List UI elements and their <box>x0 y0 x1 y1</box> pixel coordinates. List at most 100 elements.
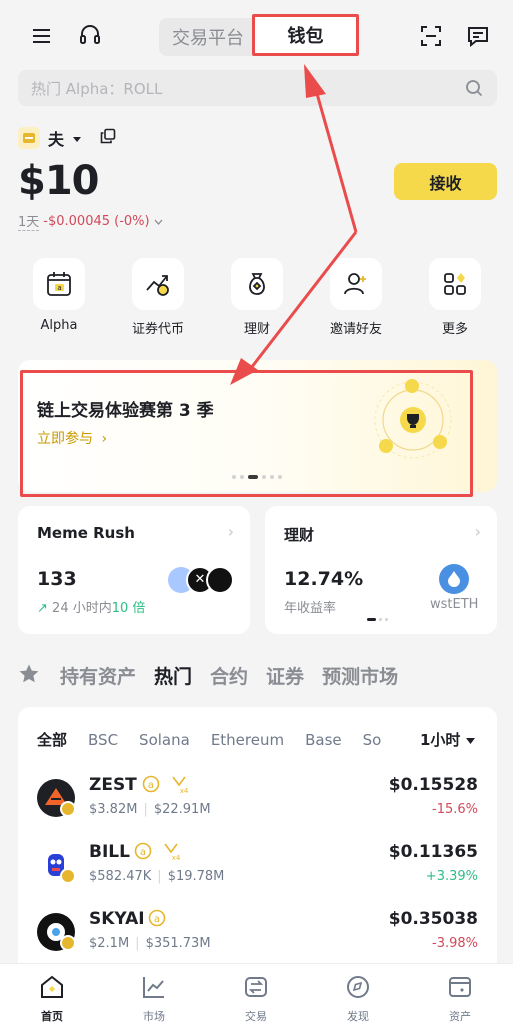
svg-text:a: a <box>57 284 61 292</box>
stock-token-icon <box>132 258 184 310</box>
page-dot <box>385 618 388 621</box>
card-subtitle: ↗ 24 小时内10 倍 <box>37 597 145 616</box>
top-bar: 交易平台 钱包 <box>0 0 513 70</box>
copy-icon[interactable] <box>100 128 116 148</box>
nav-trade[interactable]: 交易 <box>216 974 296 1024</box>
account-selector[interactable]: 夫 <box>18 126 116 150</box>
card-title: Meme Rush <box>37 524 135 542</box>
svg-text:x4: x4 <box>180 787 189 795</box>
token-stats: $582.47K | $19.78M <box>89 869 225 884</box>
quick-action-invite[interactable]: 邀请好友 <box>326 258 386 337</box>
nav-discover[interactable]: 发现 <box>318 974 398 1024</box>
meme-token-logos: ✕ <box>168 566 234 594</box>
card-sub-prefix: 24 小时内 <box>52 601 112 616</box>
quick-action-alpha[interactable]: a Alpha <box>29 258 89 333</box>
nav-label: 首页 <box>41 1010 63 1023</box>
token-stats: $2.1M | $351.73M <box>89 936 211 951</box>
asset-name: wstETH <box>430 597 479 612</box>
assets-wallet-icon <box>449 977 471 997</box>
meme-rush-card[interactable]: Meme Rush › 133 ↗ 24 小时内10 倍 ✕ <box>18 506 250 634</box>
token-stats: $3.82M | $22.91M <box>89 802 211 817</box>
invite-user-icon <box>330 258 382 310</box>
total-balance: $10 <box>18 158 99 204</box>
section-tabs: 持有资产 热门 合约 证券 预测市场 <box>18 662 398 689</box>
tab-securities[interactable]: 证券 <box>266 662 304 689</box>
page-dot-active <box>367 618 376 621</box>
search-placeholder: 热门 Alpha：ROLL <box>31 79 163 98</box>
tab-wallet[interactable]: 钱包 <box>252 14 359 56</box>
home-icon <box>41 975 63 998</box>
more-grid-icon <box>429 258 481 310</box>
tab-futures[interactable]: 合约 <box>210 662 248 689</box>
quick-action-earn[interactable]: 理财 <box>227 258 287 337</box>
x4-boost-icon: x4 <box>162 842 182 866</box>
chain-badge-icon <box>60 935 76 951</box>
annotation-arrow-up <box>314 89 358 233</box>
alpha-tag-icon: a <box>142 775 160 797</box>
star-favorites-icon[interactable] <box>18 663 40 689</box>
token-price: $0.15528 <box>388 775 478 795</box>
pixel-token-icon <box>206 566 234 594</box>
market-cap: $582.47K <box>89 869 152 884</box>
x4-boost-icon: x4 <box>170 775 190 799</box>
token-row[interactable]: ZEST a x4 $3.82M | $22.91M $0.15528 -15.6% <box>18 775 497 839</box>
chain-ethereum[interactable]: Ethereum <box>211 731 284 749</box>
chain-all[interactable]: 全部 <box>37 729 67 750</box>
scan-icon[interactable] <box>419 24 443 48</box>
nav-assets[interactable]: 资产 <box>420 974 500 1024</box>
card-value: 12.74% <box>284 568 364 590</box>
price-change: -15.6% <box>432 802 478 817</box>
receive-button[interactable]: 接收 <box>394 163 497 200</box>
tab-exchange[interactable]: 交易平台 <box>159 18 257 56</box>
chain-filter: 全部 BSC Solana Ethereum Base So <box>37 729 381 750</box>
market-cap: $2.1M <box>89 936 130 951</box>
headset-support-icon[interactable] <box>77 22 103 48</box>
earn-card[interactable]: 理财 › 12.74% 年收益率 wstETH <box>265 506 497 634</box>
menu-icon[interactable] <box>30 24 54 48</box>
earn-bag-icon <box>231 258 283 310</box>
bottom-nav: 首页 市场 交易 发现 资产 <box>0 963 513 1035</box>
volume: $351.73M <box>145 936 211 951</box>
token-symbol: SKYAI <box>89 909 145 929</box>
message-icon[interactable] <box>466 24 490 48</box>
chain-badge-icon <box>60 868 76 884</box>
pnl-row[interactable]: 1天 -$0.00045 (-0%) <box>18 211 163 231</box>
chain-bsc[interactable]: BSC <box>88 731 118 749</box>
chain-base[interactable]: Base <box>305 731 342 749</box>
price-change: +3.39% <box>425 869 478 884</box>
wallet-icon <box>18 127 40 149</box>
chain-more[interactable]: So <box>363 731 382 749</box>
search-bar[interactable]: 热门 Alpha：ROLL <box>18 70 497 106</box>
pnl-period: 1天 <box>18 211 40 231</box>
caret-down-icon <box>72 129 82 148</box>
card-sub-highlight: 10 倍 <box>111 601 146 616</box>
platform-switcher: 交易平台 钱包 <box>159 14 359 56</box>
card-pagination <box>367 618 388 621</box>
tab-holdings[interactable]: 持有资产 <box>60 662 136 689</box>
quick-action-more[interactable]: 更多 <box>425 258 485 337</box>
time-filter-dropdown[interactable]: 1小时 <box>418 729 475 750</box>
pnl-value: -$0.00045 (-0%) <box>43 213 150 229</box>
annotation-highlight-banner <box>20 370 473 497</box>
tab-hot[interactable]: 热门 <box>154 662 192 689</box>
nav-market[interactable]: 市场 <box>114 974 194 1024</box>
token-price: $0.35038 <box>388 909 478 929</box>
search-icon <box>465 79 483 101</box>
tab-prediction[interactable]: 预测市场 <box>322 662 398 689</box>
alpha-tag-icon: a <box>134 842 152 864</box>
chevron-right-icon: › <box>474 522 481 541</box>
quick-action-stock-token[interactable]: 证券代币 <box>128 258 188 337</box>
trade-swap-icon <box>245 977 267 997</box>
chevron-down-icon <box>154 214 163 229</box>
market-cap: $3.82M <box>89 802 138 817</box>
quick-action-label: 更多 <box>441 322 468 337</box>
token-symbol: ZEST <box>89 775 137 795</box>
token-row[interactable]: BILL a x4 $582.47K | $19.78M $0.11365 +3.3… <box>18 842 497 906</box>
chain-solana[interactable]: Solana <box>139 731 190 749</box>
svg-text:a: a <box>154 914 160 925</box>
nav-home[interactable]: 首页 <box>12 974 92 1024</box>
nav-label: 发现 <box>347 1010 369 1023</box>
nav-label: 资产 <box>449 1010 471 1023</box>
page-dot <box>379 618 382 621</box>
quick-action-label: 证券代币 <box>131 322 184 337</box>
